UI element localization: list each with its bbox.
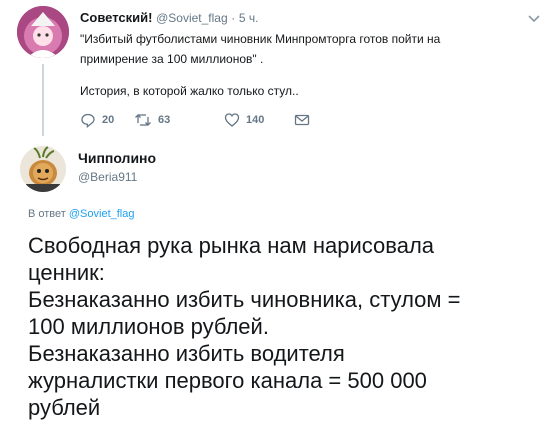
- heart-icon: [224, 113, 240, 127]
- tweet-text-line: рублей: [28, 395, 101, 420]
- tweet-text-line: ценник:: [28, 260, 105, 285]
- tweet-text-line: журналистки первого канала = 500 000: [28, 368, 427, 393]
- tweet-thread: Советский! @Soviet_flag · 5 ч. "Избитый …: [0, 0, 559, 432]
- parent-tweet[interactable]: Советский! @Soviet_flag · 5 ч. "Избитый …: [14, 6, 544, 136]
- avatar-image: [17, 6, 69, 58]
- tweet-text-line: 100 миллионов рублей.: [28, 314, 269, 339]
- author-name[interactable]: Советский!: [80, 10, 152, 25]
- tweet-text-line: История, в которой жалко только стул..: [80, 84, 299, 98]
- retweet-icon: [135, 114, 151, 126]
- reply-tweet[interactable]: Чипполино @Beria911 В ответ @Soviet_flag…: [14, 140, 544, 430]
- envelope-icon: [294, 114, 310, 126]
- chevron-down-icon[interactable]: [526, 10, 542, 26]
- reply-button[interactable]: 20: [80, 110, 114, 130]
- tweet-text: "Избитый футболистами чиновник Минпромто…: [80, 29, 520, 101]
- separator-dot: ·: [231, 11, 236, 25]
- like-count: 140: [246, 114, 265, 126]
- avatar-image: [20, 146, 66, 192]
- avatar[interactable]: [17, 6, 69, 58]
- tweet-actions: 20 63 140: [80, 110, 400, 130]
- tweet-text-line: Безнаказанно избить водителя: [28, 341, 345, 366]
- author-handle[interactable]: @Soviet_flag: [156, 11, 228, 25]
- reply-to-link[interactable]: @Soviet_flag: [69, 208, 135, 220]
- reply-icon: [81, 113, 95, 128]
- tweet-text-line: примирение за 100 миллионов" .: [80, 52, 264, 66]
- avatar[interactable]: [20, 146, 66, 192]
- reply-context: В ответ @Soviet_flag: [28, 208, 134, 220]
- tweet-header: Советский! @Soviet_flag · 5 ч.: [80, 10, 520, 26]
- author-name[interactable]: Чипполино: [78, 150, 156, 166]
- timestamp[interactable]: 5 ч.: [239, 11, 259, 25]
- tweet-text-line: "Избитый футболистами чиновник Минпромто…: [80, 32, 441, 46]
- tweet-text: Свободная рука рынка нам нарисовала ценн…: [28, 232, 533, 421]
- tweet-text-line: Безнаказанно избить чиновника, стулом =: [28, 287, 461, 312]
- thread-line: [42, 64, 44, 136]
- retweet-button[interactable]: 63: [134, 110, 170, 130]
- parent-tweet-body: Советский! @Soviet_flag · 5 ч. "Избитый …: [80, 10, 520, 101]
- reply-prefix: В ответ: [28, 208, 66, 220]
- tweet-text-line: Свободная рука рынка нам нарисовала: [28, 233, 435, 258]
- author-handle[interactable]: @Beria911: [78, 170, 137, 184]
- dm-button[interactable]: [294, 110, 310, 130]
- retweet-count: 63: [158, 114, 171, 126]
- reply-count: 20: [102, 114, 115, 126]
- like-button[interactable]: 140: [224, 110, 264, 130]
